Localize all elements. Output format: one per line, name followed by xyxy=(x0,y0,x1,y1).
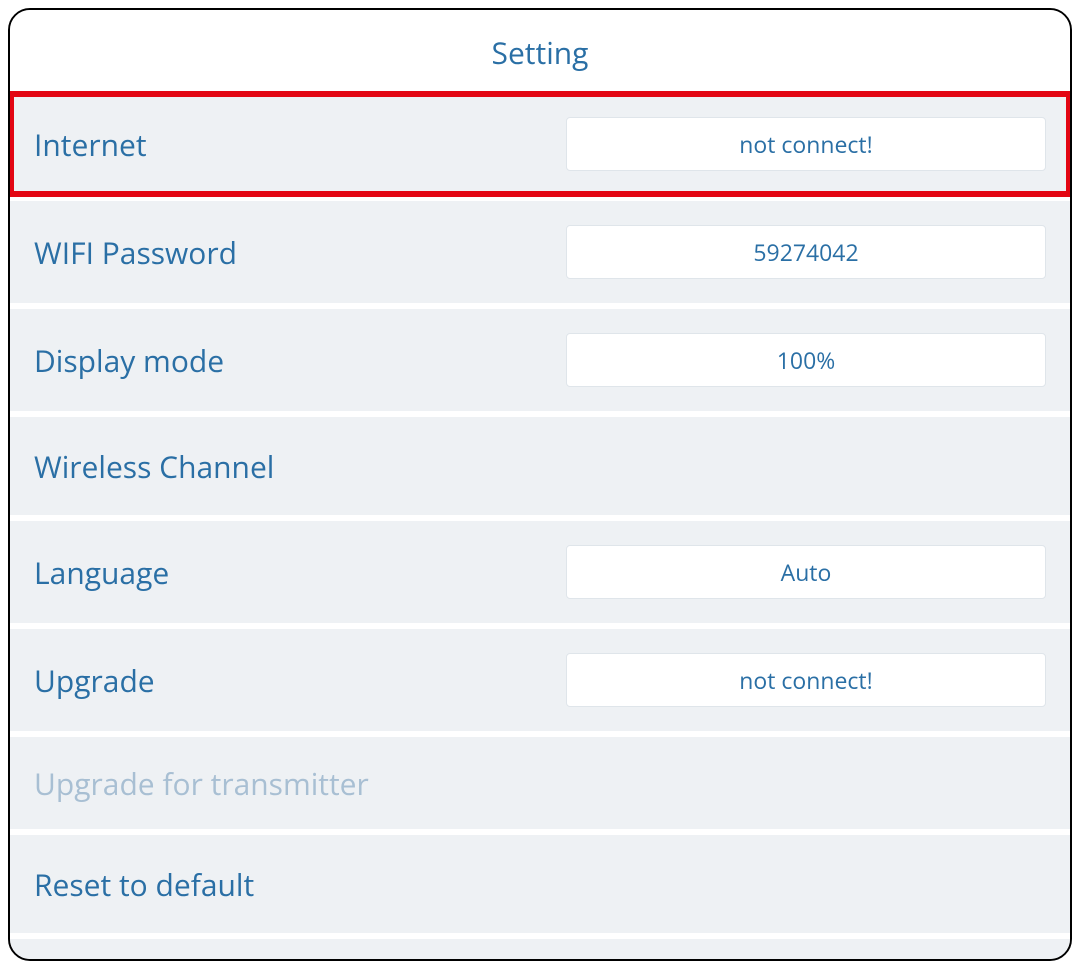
panel-title: Setting xyxy=(10,10,1070,93)
row-display-mode[interactable]: Display mode 100% xyxy=(10,309,1070,411)
label-internet: Internet xyxy=(34,124,147,165)
label-wifi-password: WIFI Password xyxy=(34,232,237,273)
row-upgrade-transmitter: Upgrade for transmitter xyxy=(10,737,1070,829)
settings-rows: Internet not connect! WIFI Password 5927… xyxy=(10,93,1070,961)
row-upgrade[interactable]: Upgrade not connect! xyxy=(10,629,1070,731)
value-language[interactable]: Auto xyxy=(566,545,1046,599)
value-wifi-password[interactable]: 59274042 xyxy=(566,225,1046,279)
value-internet[interactable]: not connect! xyxy=(566,117,1046,171)
label-upgrade-transmitter: Upgrade for transmitter xyxy=(34,763,369,804)
label-wireless-channel: Wireless Channel xyxy=(34,446,274,487)
settings-panel: Setting Internet not connect! WIFI Passw… xyxy=(8,8,1072,961)
row-reboot[interactable]: Reboot xyxy=(10,939,1070,961)
row-wifi-password[interactable]: WIFI Password 59274042 xyxy=(10,201,1070,303)
row-wireless-channel[interactable]: Wireless Channel xyxy=(10,417,1070,515)
row-reset-default[interactable]: Reset to default xyxy=(10,835,1070,933)
label-upgrade: Upgrade xyxy=(34,660,155,701)
label-display-mode: Display mode xyxy=(34,340,224,381)
value-display-mode[interactable]: 100% xyxy=(566,333,1046,387)
value-upgrade[interactable]: not connect! xyxy=(566,653,1046,707)
row-language[interactable]: Language Auto xyxy=(10,521,1070,623)
label-reset-default: Reset to default xyxy=(34,864,254,905)
label-language: Language xyxy=(34,552,169,593)
row-internet[interactable]: Internet not connect! xyxy=(10,93,1070,195)
